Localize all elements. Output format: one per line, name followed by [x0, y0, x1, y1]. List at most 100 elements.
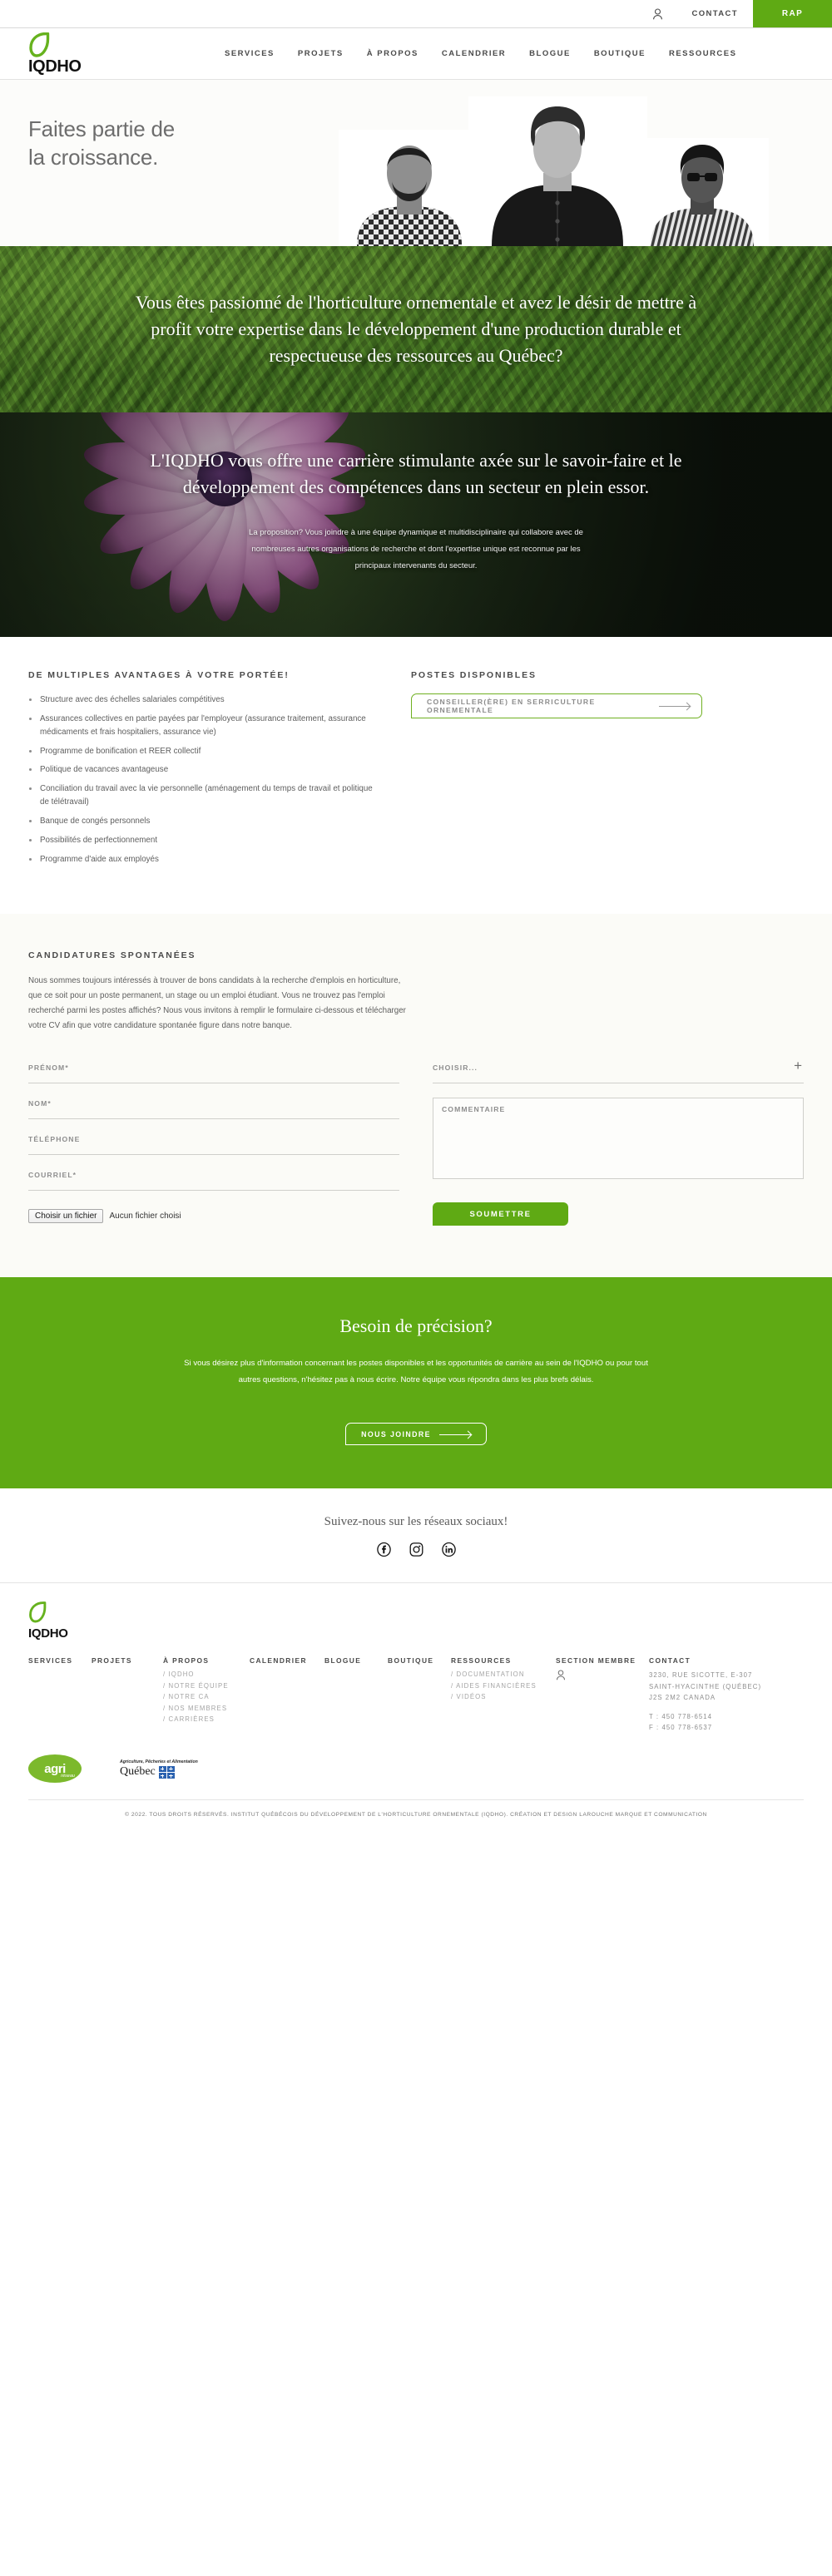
list-item: Politique de vacances avantageuse [28, 763, 378, 777]
contact-link[interactable]: CONTACT [676, 0, 753, 27]
logo-wordmark: IQDHO [28, 57, 82, 76]
advantages-list: Structure avec des échelles salariales c… [28, 693, 378, 866]
footer-col-title[interactable]: PROJETS [92, 1656, 150, 1665]
file-status-text: Aucun fichier choisi [109, 1212, 181, 1221]
account-button[interactable] [638, 0, 676, 27]
quebec-ministry-text: Agriculture, Pêcheries et Alimentation [120, 1759, 198, 1764]
applications-intro: Nous sommes toujours intéressés à trouve… [28, 975, 406, 1030]
facebook-link[interactable] [376, 1542, 391, 1561]
footer-sublink[interactable]: / NOTRE ÉQUIPE [163, 1680, 236, 1691]
courriel-field[interactable]: COURRIEL* [28, 1169, 399, 1192]
copyright-text: © 2022. TOUS DROITS RÉSERVÉS. INSTITUT Q… [28, 1799, 804, 1831]
contact-us-button[interactable]: NOUS JOINDRE [345, 1423, 487, 1446]
footer-col-title[interactable]: CALENDRIER [250, 1656, 311, 1665]
hero-title: Faites partie de la croissance. [28, 115, 175, 172]
courriel-input[interactable] [28, 1169, 399, 1191]
footer-contact-title: CONTACT [649, 1656, 691, 1666]
cta-title: Besoin de précision? [339, 1315, 493, 1337]
footer-col-title[interactable]: BOUTIQUE [388, 1656, 438, 1665]
commentaire-textarea[interactable]: COMMENTAIRE [433, 1098, 804, 1180]
instagram-icon [409, 1542, 423, 1557]
nom-field[interactable]: NOM* [28, 1098, 399, 1120]
utility-bar: CONTACT RAP [0, 0, 832, 28]
site-footer: IQDHO SERVICES PROJETS À PROPOS / IQDHO … [0, 1583, 832, 1832]
cta-body: Si vous désirez plus d'information conce… [184, 1359, 648, 1384]
list-item: Banque de congés personnels [28, 815, 378, 828]
footer-col-ressources: RESSOURCES / DOCUMENTATION / AIDES FINAN… [451, 1656, 556, 1733]
social-links [0, 1542, 832, 1561]
prenom-input[interactable] [28, 1062, 399, 1083]
rap-button[interactable]: RAP [753, 0, 832, 27]
form-left-column: PRÉNOM* NOM* TÉLÉPHONE COURRIEL* Choisir… [28, 1062, 399, 1226]
footer-col-contact: CONTACT 3230, RUE SICOTTE, E-307 SAINT-H… [649, 1656, 775, 1733]
plus-icon: + [794, 1058, 802, 1074]
quebec-government-logo[interactable]: Agriculture, Pêcheries et Alimentation Q… [120, 1759, 198, 1779]
footer-col-title[interactable]: RESSOURCES [451, 1656, 542, 1665]
arrow-right-icon [438, 1431, 471, 1438]
hero-person-center [468, 96, 647, 246]
footer-sublink[interactable]: / IQDHO [163, 1669, 236, 1680]
footer-sublink[interactable]: / NOTRE CA [163, 1691, 236, 1702]
footer-sublink[interactable]: / DOCUMENTATION [451, 1669, 542, 1680]
hero-section: Faites partie de la croissance. [0, 80, 832, 246]
choisir-select[interactable]: CHOISIR... + [433, 1058, 804, 1084]
jobs-title: POSTES DISPONIBLES [411, 670, 537, 680]
cta-section: Besoin de précision? Si vous désirez plu… [0, 1277, 832, 1489]
site-logo[interactable]: IQDHO [0, 32, 175, 75]
foliage-banner-text: Vous êtes passionné de l'horticulture or… [135, 291, 697, 367]
job-posting-button[interactable]: CONSEILLER(ÈRE) EN SERRICULTURE ORNEMENT… [411, 693, 702, 718]
footer-columns: SERVICES PROJETS À PROPOS / IQDHO / NOTR… [28, 1656, 804, 1733]
footer-sublink[interactable]: / CARRIÈRES [163, 1714, 236, 1725]
nav-item-ressources[interactable]: RESSOURCES [669, 49, 737, 58]
flower-banner-subtext: La proposition? Vous joindre à une équip… [249, 527, 583, 570]
footer-sublink[interactable]: / AIDES FINANCIÈRES [451, 1680, 542, 1691]
footer-phone: T : 450 778-6514 [649, 1712, 713, 1720]
nav-item-calendrier[interactable]: CALENDRIER [442, 49, 506, 58]
linkedin-link[interactable] [441, 1542, 456, 1561]
agri-reseau-logo[interactable]: agri réseau [28, 1754, 82, 1784]
linkedin-icon [441, 1542, 456, 1557]
footer-address-line3: J2S 2M2 CANADA [649, 1694, 716, 1702]
choose-file-button[interactable]: Choisir un fichier [28, 1209, 104, 1224]
footer-col-boutique: BOUTIQUE [388, 1656, 451, 1733]
hero-person-left [338, 130, 480, 246]
footer-address-line2: SAINT-HYACINTHE (QUÉBEC) [649, 1682, 762, 1690]
footer-logo-wordmark: IQDHO [28, 1626, 68, 1641]
footer-logo[interactable]: IQDHO [28, 1601, 804, 1640]
hero-person-right [635, 138, 769, 246]
application-form: PRÉNOM* NOM* TÉLÉPHONE COURRIEL* Choisir… [28, 1058, 804, 1226]
applications-title: CANDIDATURES SPONTANÉES [28, 950, 196, 960]
footer-sublink[interactable]: / VIDÉOS [451, 1691, 542, 1702]
jobs-column: POSTES DISPONIBLES CONSEILLER(ÈRE) EN SE… [411, 670, 804, 872]
choisir-label: CHOISIR... [433, 1063, 478, 1073]
nav-item-blogue[interactable]: BLOGUE [529, 49, 571, 58]
nav-item-services[interactable]: SERVICES [225, 49, 275, 58]
footer-col-title[interactable]: À PROPOS [163, 1656, 236, 1665]
prenom-field[interactable]: PRÉNOM* [28, 1062, 399, 1084]
member-account-link[interactable] [556, 1670, 636, 1685]
main-navigation: IQDHO SERVICES PROJETS À PROPOS CALENDRI… [0, 28, 832, 80]
nom-input[interactable] [28, 1098, 399, 1119]
submit-button[interactable]: SOUMETTRE [433, 1202, 568, 1226]
footer-col-section-membre: SECTION MEMBRE [556, 1656, 649, 1733]
cv-upload-row: Choisir un fichier Aucun fichier choisi [28, 1209, 399, 1224]
footer-col-title[interactable]: BLOGUE [324, 1656, 374, 1665]
nav-item-boutique[interactable]: BOUTIQUE [594, 49, 646, 58]
flower-banner: L'IQDHO vous offre une carrière stimulan… [0, 412, 832, 637]
telephone-input[interactable] [28, 1133, 399, 1155]
nav-item-a-propos[interactable]: À PROPOS [367, 49, 418, 58]
footer-col-title[interactable]: SERVICES [28, 1656, 78, 1665]
telephone-field[interactable]: TÉLÉPHONE [28, 1133, 399, 1156]
footer-col-title[interactable]: SECTION MEMBRE [556, 1656, 636, 1665]
footer-sublink[interactable]: / NOS MEMBRES [163, 1703, 236, 1714]
hero-title-line2: la croissance. [28, 145, 159, 170]
list-item: Programme de bonification et REER collec… [28, 745, 378, 758]
arrow-right-icon [658, 703, 691, 709]
nav-item-projets[interactable]: PROJETS [298, 49, 344, 58]
list-item: Structure avec des échelles salariales c… [28, 693, 378, 707]
footer-col-a-propos: À PROPOS / IQDHO / NOTRE ÉQUIPE / NOTRE … [163, 1656, 250, 1733]
social-section: Suivez-nous sur les réseaux sociaux! [0, 1488, 832, 1584]
foliage-banner: Vous êtes passionné de l'horticulture or… [0, 246, 832, 412]
instagram-link[interactable] [409, 1542, 423, 1561]
facebook-icon [376, 1542, 391, 1557]
